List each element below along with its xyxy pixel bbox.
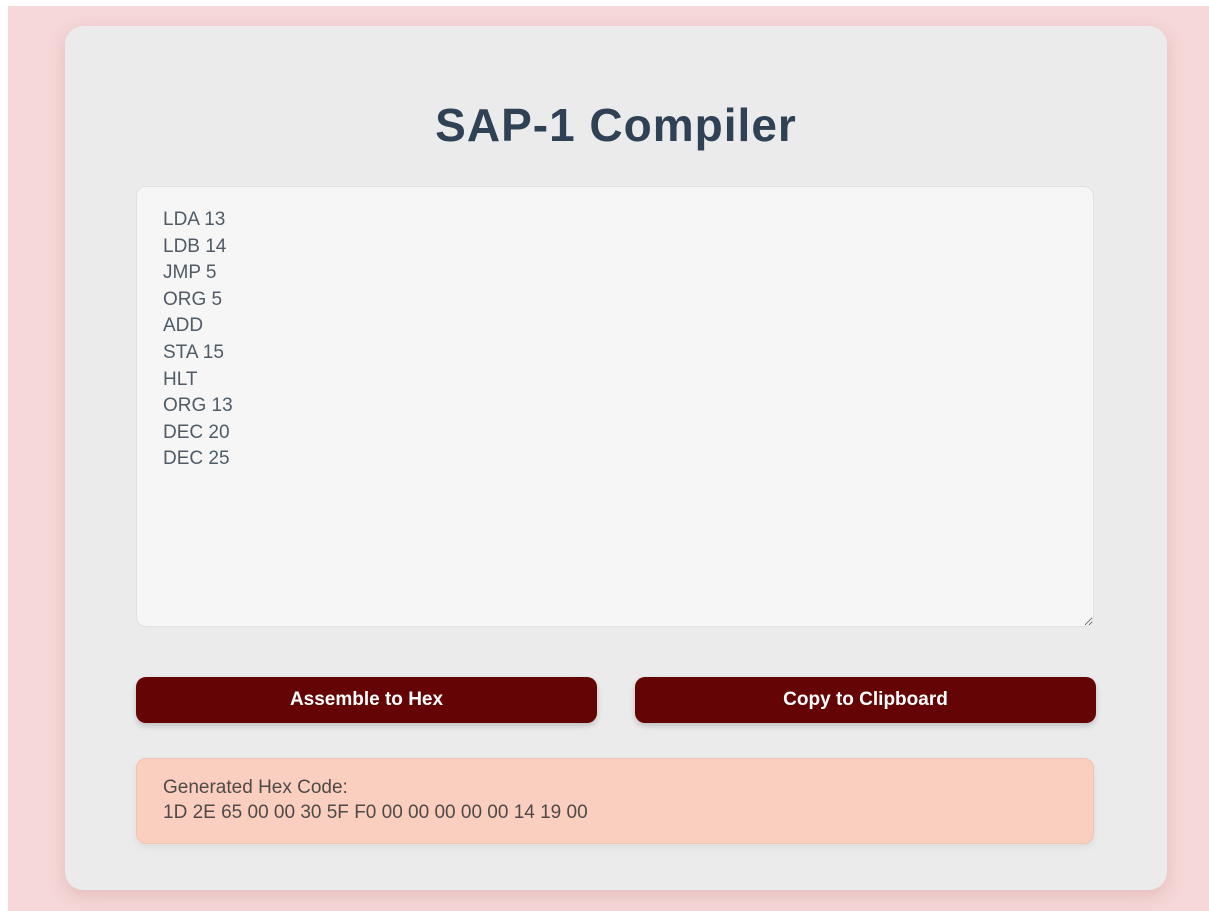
copy-to-clipboard-button[interactable]: Copy to Clipboard — [635, 677, 1096, 723]
hex-output-label: Generated Hex Code: — [163, 777, 348, 798]
page-title: SAP-1 Compiler — [435, 99, 797, 151]
assemble-button[interactable]: Assemble to Hex — [136, 677, 597, 723]
page-background: SAP-1 Compiler Assemble to Hex Copy to C… — [8, 6, 1209, 911]
assembly-code-input[interactable] — [136, 186, 1094, 627]
compiler-card: SAP-1 Compiler Assemble to Hex Copy to C… — [65, 26, 1167, 890]
hex-output-panel: Generated Hex Code: 1D 2E 65 00 00 30 5F… — [136, 758, 1094, 844]
hex-output-value: 1D 2E 65 00 00 30 5F F0 00 00 00 00 00 1… — [163, 802, 588, 823]
